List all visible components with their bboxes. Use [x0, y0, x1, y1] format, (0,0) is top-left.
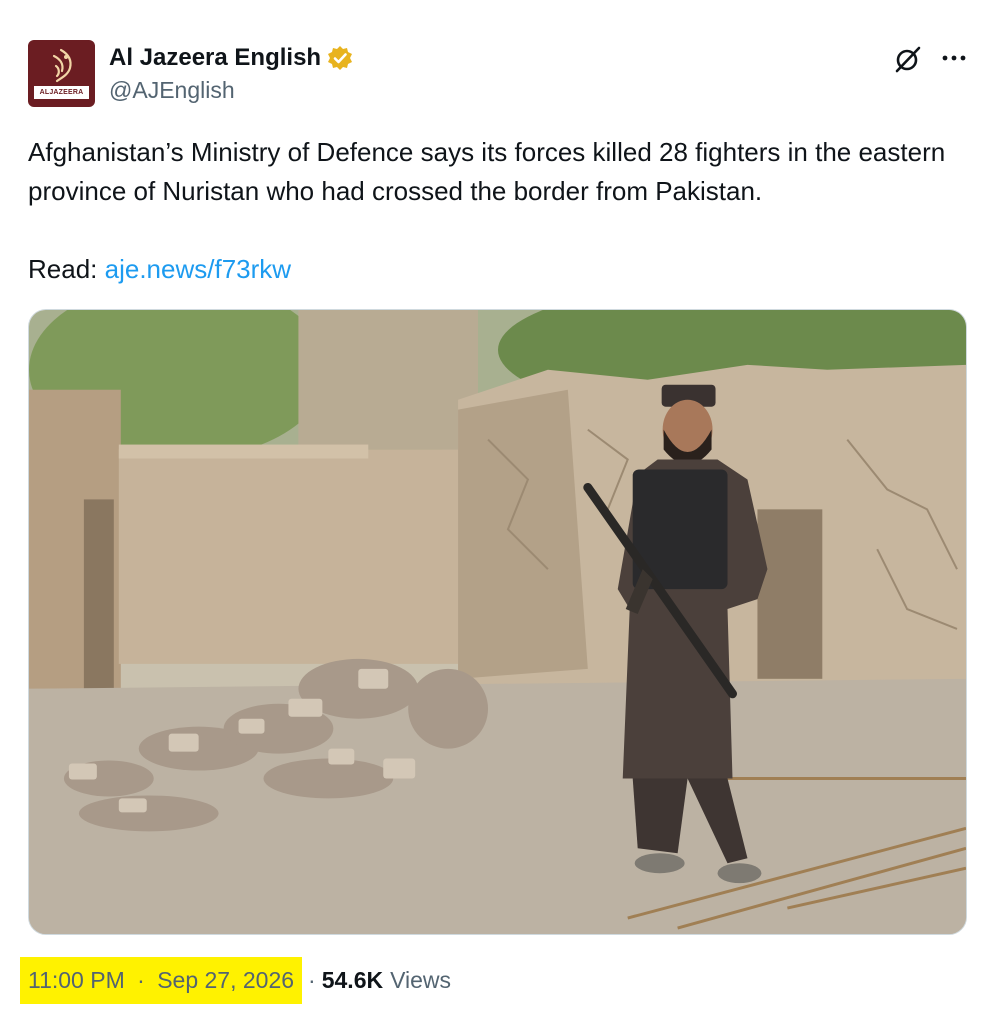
aljazeera-logo-icon [52, 48, 72, 83]
author-name[interactable]: Al Jazeera English [109, 43, 321, 73]
tweet-text: Afghanistan’s Ministry of Defence says i… [28, 137, 946, 206]
tweet-meta: 11:00 PM · Sep 27, 2026 · 54.6K Views [20, 955, 451, 1005]
grok-icon[interactable] [893, 44, 923, 74]
article-link[interactable]: aje.news/f73rkw [105, 254, 291, 284]
author-name-row[interactable]: Al Jazeera English [109, 43, 353, 73]
tweet-photo[interactable] [28, 309, 967, 935]
tweet: ALJAZEERA Al Jazeera English @AJEnglish … [0, 0, 995, 1024]
timestamp-highlight[interactable]: 11:00 PM · Sep 27, 2026 [20, 956, 303, 1004]
avatar-logo-text: ALJAZEERA [34, 86, 89, 99]
views-count: 54.6K [321, 966, 384, 993]
tweet-date: Sep 27, 2026 [157, 966, 295, 993]
avatar[interactable]: ALJAZEERA [28, 40, 95, 107]
meta-separator: · [137, 966, 145, 993]
tweet-read-line: Read: aje.news/f73rkw [28, 250, 291, 289]
views-label: Views [390, 966, 452, 993]
read-label: Read: [28, 254, 98, 284]
more-options-icon[interactable] [940, 48, 968, 68]
meta-separator-2: · [308, 966, 316, 993]
photo-scene [29, 310, 966, 934]
author-handle[interactable]: @AJEnglish [109, 76, 235, 104]
verified-badge-icon [328, 46, 353, 70]
tweet-time: 11:00 PM [28, 966, 125, 993]
